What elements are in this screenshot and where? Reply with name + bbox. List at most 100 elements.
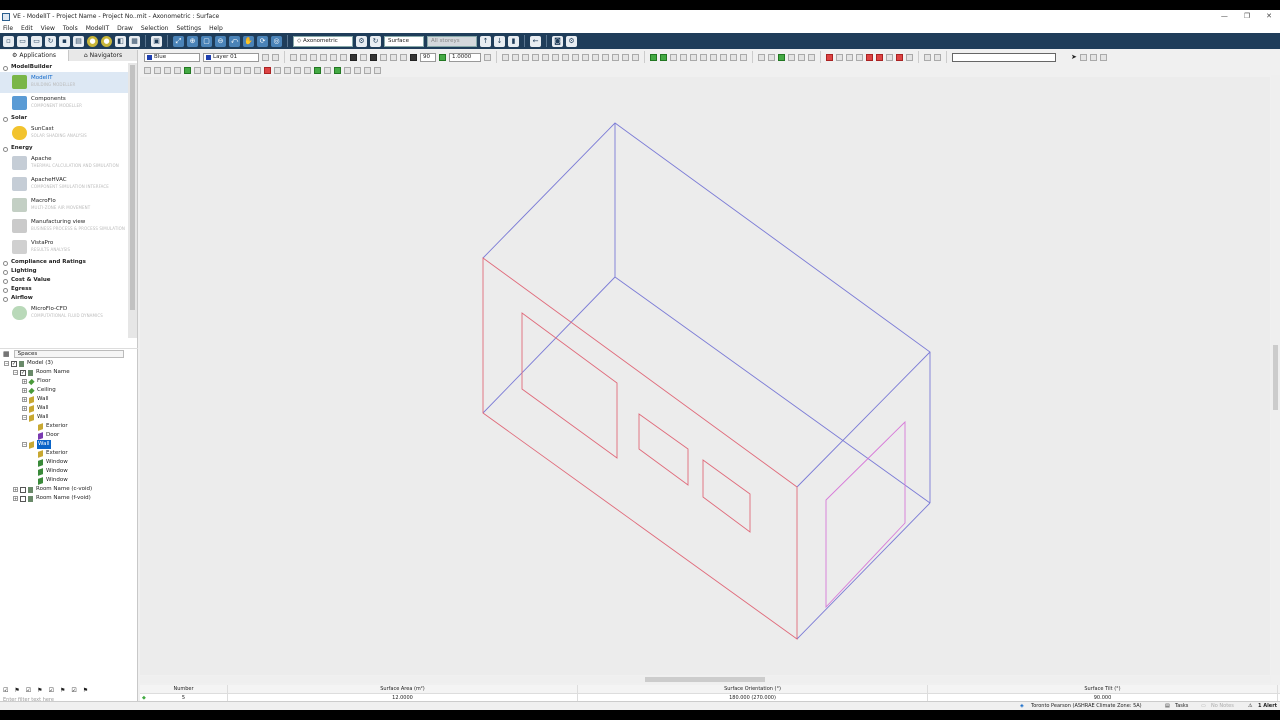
location-status[interactable]: Toronto Pearson (ASHRAE Climate Zone: 5A… [1031, 703, 1142, 709]
view-d-icon[interactable] [798, 53, 805, 61]
app-modelit[interactable]: ModelIT BUILDING MODELLER [0, 72, 128, 93]
tree-item[interactable]: + Room Name (f-void) [0, 494, 138, 503]
edit-h-icon[interactable] [214, 66, 221, 74]
menu-settings[interactable]: Settings [176, 25, 201, 32]
component-e-icon[interactable] [866, 53, 873, 61]
edit-f-icon[interactable] [194, 66, 201, 74]
tree-expander[interactable]: + [22, 406, 27, 411]
app-components[interactable]: Components COMPONENT MODELLER [0, 93, 128, 114]
menu-draw[interactable]: Draw [117, 25, 133, 32]
floor-edge-right[interactable] [796, 502, 931, 640]
view-settings-icon[interactable]: ⚙ [356, 35, 367, 47]
edit-l-icon[interactable] [254, 66, 261, 74]
section-airflow[interactable]: Airflow [0, 294, 128, 303]
edit-p-icon[interactable] [294, 66, 301, 74]
room-d-icon[interactable] [700, 53, 707, 61]
tree-item[interactable]: Door [0, 431, 138, 440]
menu-edit[interactable]: Edit [21, 25, 33, 32]
room-e-icon[interactable] [710, 53, 717, 61]
edit-j-icon[interactable] [234, 66, 241, 74]
scrollbar-thumb[interactable] [645, 677, 765, 682]
tool-m-icon[interactable] [622, 53, 629, 61]
edit-q-icon[interactable] [304, 66, 311, 74]
tree-expander[interactable]: + [13, 496, 18, 501]
polyline-icon[interactable] [370, 53, 377, 61]
spaces-grid-icon[interactable]: ▦ [3, 350, 10, 358]
app-microflo-cfd[interactable]: MicroFlo-CFD COMPUTATIONAL FLUID DYNAMIC… [0, 303, 128, 324]
tree-checkbox[interactable]: ✓ [11, 361, 17, 367]
tree-expander[interactable]: − [22, 442, 27, 447]
door-outline[interactable] [825, 420, 906, 609]
lock-icon[interactable] [350, 53, 357, 61]
storey-icon[interactable]: ▮ [508, 35, 519, 47]
section-lighting[interactable]: Lighting [0, 267, 128, 276]
component-g-icon[interactable] [886, 53, 893, 61]
tree-checkbox[interactable] [20, 496, 26, 502]
tool-j-icon[interactable] [592, 53, 599, 61]
edit-b-icon[interactable] [154, 66, 161, 74]
applications-scrollbar[interactable] [128, 63, 137, 338]
camera-icon[interactable]: ◙ [552, 35, 563, 47]
tool-i-icon[interactable] [582, 53, 589, 61]
rotate-icon[interactable]: ⟳ [257, 35, 268, 47]
edit-w-icon[interactable] [364, 66, 371, 74]
zoom-extents-icon[interactable]: ⤢ [173, 35, 184, 47]
save-icon[interactable]: ▪ [59, 35, 70, 47]
axonometric-model-drawing[interactable] [140, 77, 1270, 675]
align-icon[interactable] [380, 53, 387, 61]
component-d-icon[interactable] [856, 53, 863, 61]
tree-item[interactable]: + Floor [0, 377, 138, 386]
zoom-window-icon[interactable]: ▢ [201, 35, 212, 47]
component-i-icon[interactable] [906, 53, 913, 61]
colour-select[interactable]: Blue [144, 52, 200, 62]
filter-tag-icon[interactable]: ⚑ [14, 687, 19, 694]
app-suncast[interactable]: SunCast SOLAR SHADING ANALYSIS [0, 123, 128, 144]
scale-input[interactable]: 1.0000 [449, 52, 481, 62]
floor-edge-back-left[interactable] [482, 276, 616, 414]
tree-item[interactable]: − Wall [0, 413, 138, 422]
room-g-icon[interactable] [730, 53, 737, 61]
room-a-icon[interactable] [670, 53, 677, 61]
scrollbar-thumb[interactable] [130, 65, 135, 310]
room-h-icon[interactable] [740, 53, 747, 61]
tree-item[interactable]: + Wall [0, 404, 138, 413]
location-icon[interactable]: ● [101, 35, 112, 47]
view-e-icon[interactable] [808, 53, 815, 61]
view-b-icon[interactable] [768, 53, 775, 61]
tool-d-icon[interactable] [532, 53, 539, 61]
refresh-icon[interactable]: ↻ [45, 35, 56, 47]
pin-icon[interactable] [778, 53, 785, 61]
rectangle-icon[interactable] [360, 53, 367, 61]
roof-edge-back[interactable] [482, 122, 931, 488]
room-c-icon[interactable] [690, 53, 697, 61]
viewport-vertical-scrollbar[interactable] [1271, 75, 1280, 675]
model-icon[interactable]: ◧ [115, 35, 126, 47]
globe-icon[interactable]: ● [87, 35, 98, 47]
tool-e-icon[interactable] [542, 53, 549, 61]
component-f-icon[interactable] [876, 53, 883, 61]
menu-modelit[interactable]: ModelIT [86, 25, 109, 32]
filter-check-icon[interactable]: ☑ [3, 687, 8, 694]
zoom-previous-icon[interactable]: ⤺ [229, 35, 240, 47]
cursor-b-icon[interactable] [1089, 53, 1097, 61]
filter-check-d-icon[interactable]: ☑ [71, 687, 76, 694]
menu-tools[interactable]: Tools [63, 25, 78, 32]
snap-intersect-icon[interactable] [330, 53, 337, 61]
print-icon[interactable]: ▤ [73, 35, 84, 47]
tree-item[interactable]: Window [0, 476, 138, 485]
app-vistapro[interactable]: VistaPro RESULTS ANALYSIS [0, 237, 128, 258]
component-a-icon[interactable] [826, 53, 833, 61]
edit-k-icon[interactable] [244, 66, 251, 74]
edit-x-icon[interactable] [374, 66, 381, 74]
tree-checkbox[interactable] [20, 487, 26, 493]
section-modelbuilder[interactable]: ModelBuilder [0, 63, 128, 72]
edit-u-icon[interactable] [344, 66, 351, 74]
view-mode-select[interactable]: ◇ Axonometric [293, 35, 353, 47]
tree-item[interactable]: Window [0, 458, 138, 467]
minimize-button[interactable]: — [1221, 12, 1228, 20]
room-tool-icon[interactable] [650, 53, 657, 61]
edit-o-icon[interactable] [284, 66, 291, 74]
scrollbar-thumb[interactable] [1273, 345, 1278, 410]
section-compliance[interactable]: Compliance and Ratings [0, 258, 128, 267]
cursor-c-icon[interactable] [1099, 53, 1107, 61]
